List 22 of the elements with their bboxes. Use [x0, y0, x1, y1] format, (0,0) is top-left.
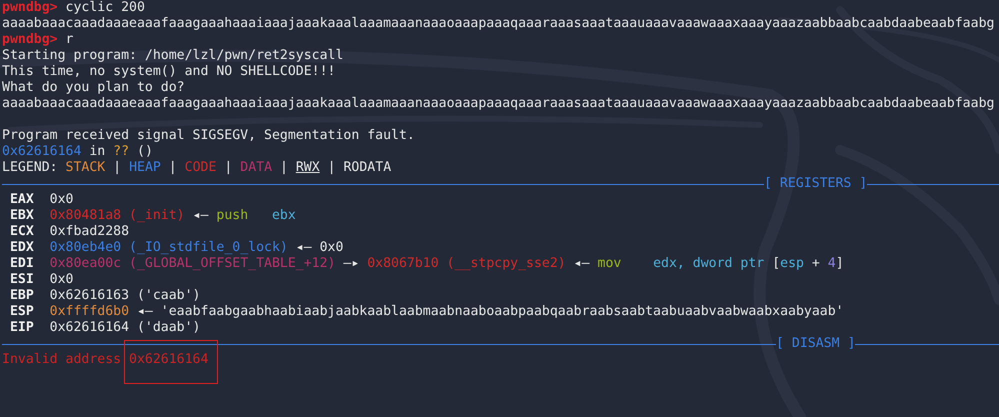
- terminal-line: Starting program: /home/lzl/pwn/ret2syscall: [2, 48, 344, 64]
- terminal-line: EAX 0x0: [8, 192, 74, 208]
- terminal-line: EBX 0x80481a8 (_init) ◂— push ebx: [8, 208, 296, 224]
- terminal-line: 0x62616164 in ?? (): [2, 144, 153, 160]
- terminal-line: aaaabaaacaaadaaaeaaafaaagaaahaaaiaaajaaakaaalaaamaaanaaaoaaapaaaqaaaraaasaaataaauaaavaaawaaaxaaayaaazaabbaabcaabdaabeaabfaabg: [2, 96, 994, 112]
- terminal-line: aaaabaaacaaadaaaeaaafaaagaaahaaaiaaajaaakaaalaaamaaanaaaoaaapaaaqaaaraaasaaataaauaaavaaawaaaxaaayaaazaabbaabcaabdaabeaabfaabg: [2, 16, 994, 32]
- terminal-line: What do you plan to do?: [2, 80, 185, 96]
- section-header: [ DISASM ]: [776, 336, 856, 352]
- terminal-line: EIP 0x62616164 ('daab'): [8, 320, 200, 336]
- terminal-line: pwndbg> cyclic 200: [2, 0, 145, 16]
- terminal-line: Invalid address 0x62616164: [2, 352, 208, 368]
- terminal-line: EBP 0x62616163 ('caab'): [8, 288, 200, 304]
- terminal-line: This time, no system() and NO SHELLCODE!!!: [2, 64, 336, 80]
- terminal-line: Program received signal SIGSEGV, Segmentation fault.: [2, 128, 415, 144]
- terminal-line: pwndbg> r: [2, 32, 74, 48]
- terminal-line: ECX 0xfbad2288: [8, 224, 130, 240]
- terminal-line: EDI 0x80ea00c (_GLOBAL_OFFSET_TABLE_+12) —▸ 0x8067b10 (__stpcpy_sse2) ◂— mov edx, dword ptr [esp + 4]: [8, 256, 844, 272]
- terminal-line: EDX 0x80eb4e0 (_IO_stdfile_0_lock) ◂— 0x0: [8, 240, 344, 256]
- terminal-line: ESP 0xffffd6b0 ◂— 'eaabfaabgaabhaabiaabjaabkaablaabmaabnaaboaabpaabqaabraabsaabtaabuaabvaabwaabxaabyaab': [8, 304, 844, 320]
- terminal-line: LEGEND: STACK | HEAP | CODE | DATA | RWX | RODATA: [2, 160, 392, 176]
- terminal-line: ESI 0x0: [8, 272, 74, 288]
- section-header: [ REGISTERS ]: [764, 176, 868, 192]
